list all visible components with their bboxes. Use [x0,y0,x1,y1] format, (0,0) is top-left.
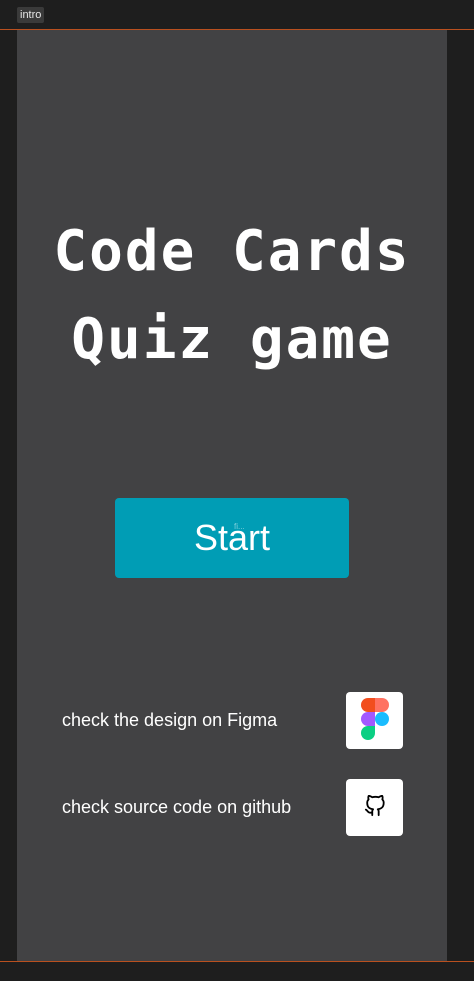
title-line-2: Quiz game [71,307,393,372]
github-icon [364,794,386,821]
figma-icon [360,697,389,744]
github-link-row[interactable]: check source code on github [62,779,407,836]
figma-link-row[interactable]: check the design on Figma [62,692,407,749]
start-hint-label: fi... [234,522,245,531]
github-link-text[interactable]: check source code on github [62,779,291,836]
title-line-1: Code Cards [53,219,411,284]
figma-icon-button[interactable] [346,692,403,749]
intro-screen: Code Cards Quiz game Start fi... check t… [17,30,447,961]
start-button-label: Start [193,517,271,558]
figma-link-text[interactable]: check the design on Figma [62,692,277,749]
github-icon-button[interactable] [346,779,403,836]
frame-label[interactable]: intro [17,7,45,23]
frame-bottom-border [0,961,474,962]
start-button[interactable]: Start [115,498,349,578]
game-title: Code Cards Quiz game [17,208,447,384]
